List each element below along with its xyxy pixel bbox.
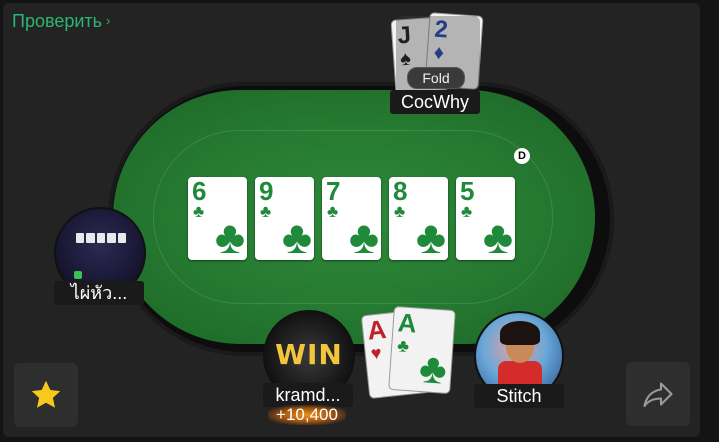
club-icon: ♣ — [417, 343, 449, 393]
board-card: 8 ♣ ♣ — [389, 177, 448, 260]
favorite-button[interactable] — [14, 363, 78, 427]
card-rank: 9 — [259, 176, 274, 206]
player-name-right[interactable]: Stitch — [474, 384, 564, 408]
board-card: 5 ♣ ♣ — [456, 177, 515, 260]
club-icon: ♣ — [394, 202, 406, 221]
player-name-hero[interactable]: kramd... — [263, 383, 353, 407]
check-link-label[interactable]: Проверить — [12, 11, 102, 31]
fold-badge: Fold — [407, 67, 465, 89]
win-amount: +10,400 — [268, 405, 346, 425]
check-link[interactable]: Проверить › — [12, 11, 110, 32]
share-button[interactable] — [626, 362, 690, 426]
club-icon: ♣ — [461, 202, 473, 221]
club-icon: ♣ — [193, 202, 205, 221]
avatar-win-text: WIN — [275, 338, 343, 371]
club-icon: ♣ — [482, 211, 513, 263]
club-icon: ♣ — [260, 202, 272, 221]
hole-card: A ♣ ♣ — [388, 305, 456, 395]
card-rank: 7 — [326, 176, 341, 206]
heart-icon: ♥ — [369, 342, 383, 364]
chevron-right-icon: › — [106, 13, 111, 28]
board-card: 7 ♣ ♣ — [322, 177, 381, 260]
share-icon — [643, 382, 673, 408]
club-icon: ♣ — [281, 211, 312, 263]
star-icon — [31, 380, 61, 408]
player-name-top[interactable]: CocWhy — [390, 90, 480, 114]
club-icon: ♣ — [214, 211, 245, 263]
card-rank: 6 — [192, 176, 207, 206]
board-card: 9 ♣ ♣ — [255, 177, 314, 260]
club-icon: ♣ — [415, 211, 446, 263]
card-rank: 8 — [393, 176, 408, 206]
player-name-left[interactable]: ไผ่หัว... — [54, 281, 144, 305]
club-icon: ♣ — [327, 202, 339, 221]
hero-cards: A ♥ A ♣ ♣ — [360, 305, 456, 400]
card-rank: 5 — [460, 176, 475, 206]
avatar-image-detail — [76, 233, 127, 243]
dealer-button: D — [514, 148, 530, 164]
club-icon: ♣ — [396, 335, 410, 357]
avatar-image-detail — [500, 321, 540, 345]
avatar-image-detail — [74, 271, 82, 279]
club-icon: ♣ — [348, 211, 379, 263]
board-card: 6 ♣ ♣ — [188, 177, 247, 260]
